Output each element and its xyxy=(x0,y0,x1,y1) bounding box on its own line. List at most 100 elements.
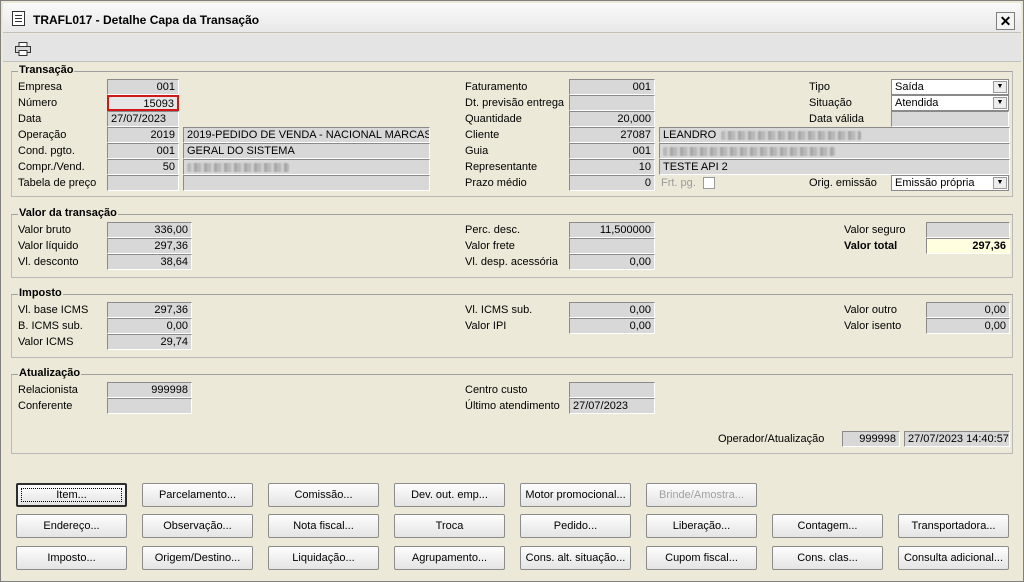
data-valida-field[interactable] xyxy=(891,111,1009,127)
guia-name-field[interactable] xyxy=(659,143,1010,159)
prazo-medio-field[interactable]: 0 xyxy=(569,175,655,191)
label-vl-desp-acessoria: Vl. desp. acessória xyxy=(465,256,558,268)
frt-pg-checkbox[interactable] xyxy=(703,177,715,189)
group-title-imposto: Imposto xyxy=(18,287,63,299)
label-orig-emissao: Orig. emissão xyxy=(809,177,877,189)
dev-out-emp-button[interactable]: Dev. out. emp... xyxy=(394,483,505,507)
consulta-adicional-button[interactable]: Consulta adicional... xyxy=(898,546,1009,570)
group-valor: Valor da transação Valor bruto 336,00 Va… xyxy=(11,207,1013,278)
chevron-down-icon[interactable]: ▼ xyxy=(993,81,1007,93)
compr-vend-name-field[interactable] xyxy=(183,159,430,175)
empresa-field[interactable]: 001 xyxy=(107,79,179,95)
label-conferente: Conferente xyxy=(18,400,73,412)
label-valor-isento: Valor isento xyxy=(844,320,902,332)
transportadora-button[interactable]: Transportadora... xyxy=(898,514,1009,538)
observacao-button[interactable]: Observação... xyxy=(142,514,253,538)
operacao-code-field[interactable]: 2019 xyxy=(107,127,179,143)
tipo-select[interactable]: Saída ▼ xyxy=(891,79,1009,95)
liquidacao-button[interactable]: Liquidação... xyxy=(268,546,379,570)
vl-desconto-field[interactable]: 38,64 xyxy=(107,254,192,270)
printer-icon[interactable] xyxy=(15,42,31,56)
vl-base-icms-field[interactable]: 297,36 xyxy=(107,302,192,318)
valor-total-field[interactable]: 297,36 xyxy=(926,238,1010,254)
conferente-field[interactable] xyxy=(107,398,192,414)
cond-pgto-desc-field[interactable]: GERAL DO SISTEMA xyxy=(183,143,430,159)
orig-emissao-select[interactable]: Emissão própria ▼ xyxy=(891,175,1009,191)
origem-destino-button[interactable]: Origem/Destino... xyxy=(142,546,253,570)
group-atualizacao: Atualização Relacionista 999998 Conferen… xyxy=(11,367,1013,454)
motor-promocional-button[interactable]: Motor promocional... xyxy=(520,483,631,507)
label-quantidade: Quantidade xyxy=(465,113,522,125)
valor-ipi-field[interactable]: 0,00 xyxy=(569,318,655,334)
representante-code-field[interactable]: 10 xyxy=(569,159,655,175)
perc-desc-field[interactable]: 11,500000 xyxy=(569,222,655,238)
valor-bruto-field[interactable]: 336,00 xyxy=(107,222,192,238)
label-vl-desconto: Vl. desconto xyxy=(18,256,79,268)
cliente-name-text: LEANDRO xyxy=(663,129,717,141)
vl-desp-acessoria-field[interactable]: 0,00 xyxy=(569,254,655,270)
b-icms-sub-field[interactable]: 0,00 xyxy=(107,318,192,334)
ultimo-atendimento-field[interactable]: 27/07/2023 xyxy=(569,398,655,414)
label-valor-bruto: Valor bruto xyxy=(18,224,71,236)
group-transacao: Transação Empresa 001 Número 15093 Data … xyxy=(11,64,1013,197)
representante-name-field[interactable]: TESTE API 2 xyxy=(659,159,1010,175)
atualizacao-field[interactable]: 27/07/2023 14:40:57 xyxy=(904,431,1010,447)
numero-field[interactable]: 15093 xyxy=(107,95,179,111)
faturamento-field[interactable]: 001 xyxy=(569,79,655,95)
label-valor-ipi: Valor IPI xyxy=(465,320,507,332)
compr-vend-code-field[interactable]: 50 xyxy=(107,159,179,175)
cliente-name-field[interactable]: LEANDRO xyxy=(659,127,1010,143)
nota-fiscal-button[interactable]: Nota fiscal... xyxy=(268,514,379,538)
label-tipo: Tipo xyxy=(809,81,830,93)
relacionista-field[interactable]: 999998 xyxy=(107,382,192,398)
imposto-button[interactable]: Imposto... xyxy=(16,546,127,570)
toolbar xyxy=(3,34,1021,62)
troca-button[interactable]: Troca xyxy=(394,514,505,538)
parcelamento-button[interactable]: Parcelamento... xyxy=(142,483,253,507)
cons-clas-button[interactable]: Cons. clas... xyxy=(772,546,883,570)
group-title-valor: Valor da transação xyxy=(18,207,118,219)
cliente-code-field[interactable]: 27087 xyxy=(569,127,655,143)
label-cond-pgto: Cond. pgto. xyxy=(18,145,75,157)
centro-custo-field[interactable] xyxy=(569,382,655,398)
pedido-button[interactable]: Pedido... xyxy=(520,514,631,538)
label-data-valida: Data válida xyxy=(809,113,865,125)
chevron-down-icon[interactable]: ▼ xyxy=(993,97,1007,109)
label-data: Data xyxy=(18,113,42,125)
tabela-preco-desc-field[interactable] xyxy=(183,175,430,191)
document-icon xyxy=(12,11,25,26)
valor-liquido-field[interactable]: 297,36 xyxy=(107,238,192,254)
valor-frete-field[interactable] xyxy=(569,238,655,254)
label-valor-liquido: Valor líquido xyxy=(18,240,79,252)
dt-previsao-field[interactable] xyxy=(569,95,655,111)
operador-field[interactable]: 999998 xyxy=(842,431,900,447)
item-button[interactable]: Item... xyxy=(16,483,127,507)
data-field[interactable]: 27/07/2023 xyxy=(107,111,179,127)
cupom-fiscal-button[interactable]: Cupom fiscal... xyxy=(646,546,757,570)
contagem-button[interactable]: Contagem... xyxy=(772,514,883,538)
close-button[interactable]: ✕ xyxy=(996,12,1015,30)
valor-seguro-field[interactable] xyxy=(926,222,1010,238)
tabela-preco-code-field[interactable] xyxy=(107,175,179,191)
vl-icms-sub-field[interactable]: 0,00 xyxy=(569,302,655,318)
redacted-text xyxy=(187,162,289,172)
quantidade-field[interactable]: 20,000 xyxy=(569,111,655,127)
cons-alt-situacao-button[interactable]: Cons. alt. situação... xyxy=(520,546,631,570)
agrupamento-button[interactable]: Agrupamento... xyxy=(394,546,505,570)
guia-code-field[interactable]: 001 xyxy=(569,143,655,159)
comissao-button[interactable]: Comissão... xyxy=(268,483,379,507)
valor-outro-field[interactable]: 0,00 xyxy=(926,302,1010,318)
operacao-desc-field[interactable]: 2019-PEDIDO DE VENDA - NACIONAL MARCAS xyxy=(183,127,430,143)
chevron-down-icon[interactable]: ▼ xyxy=(993,177,1007,189)
label-tabela-preco: Tabela de preço xyxy=(18,177,97,189)
brinde-amostra-button[interactable]: Brinde/Amostra... xyxy=(646,483,757,507)
liberacao-button[interactable]: Liberação... xyxy=(646,514,757,538)
cond-pgto-code-field[interactable]: 001 xyxy=(107,143,179,159)
situacao-select[interactable]: Atendida ▼ xyxy=(891,95,1009,111)
valor-isento-field[interactable]: 0,00 xyxy=(926,318,1010,334)
endereco-button[interactable]: Endereço... xyxy=(16,514,127,538)
label-valor-seguro: Valor seguro xyxy=(844,224,906,236)
label-valor-icms: Valor ICMS xyxy=(18,336,74,348)
valor-icms-field[interactable]: 29,74 xyxy=(107,334,192,350)
label-numero: Número xyxy=(18,97,58,109)
